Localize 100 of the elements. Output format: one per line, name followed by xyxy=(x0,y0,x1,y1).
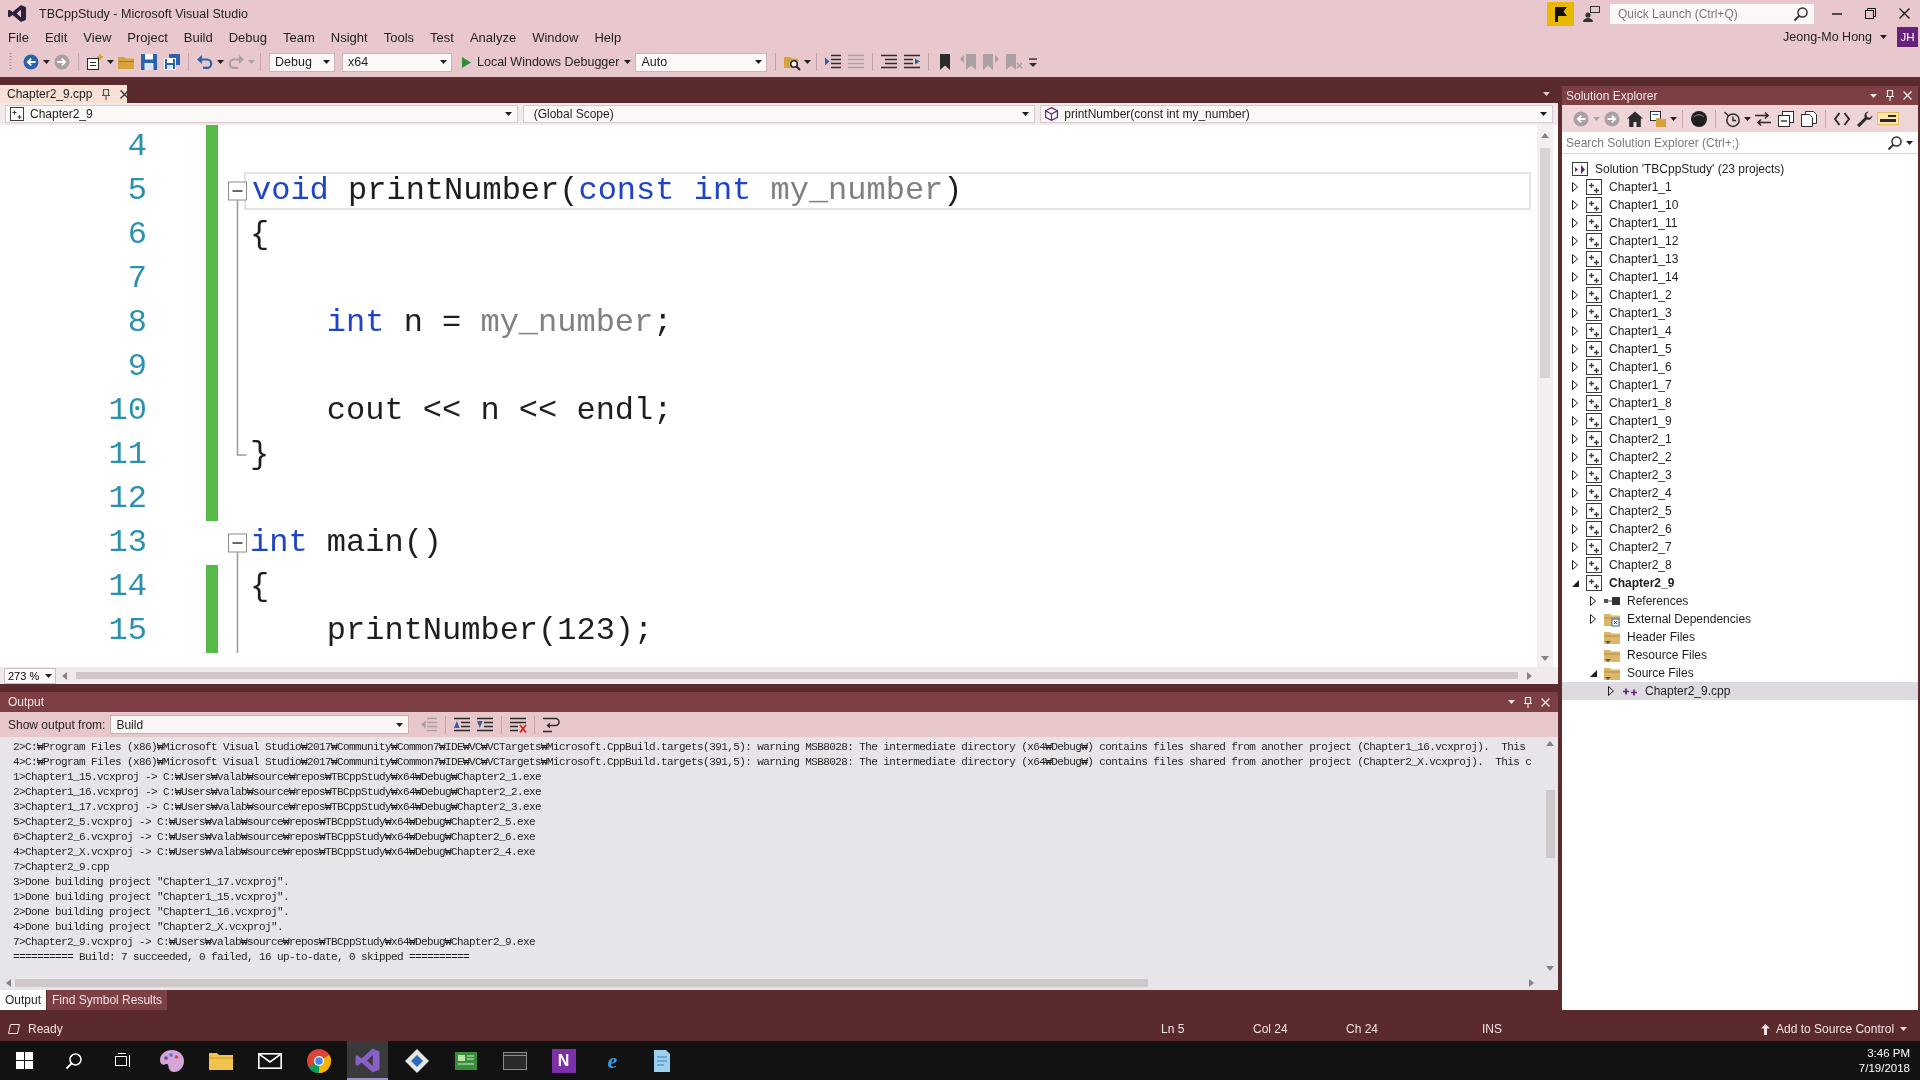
caret-icon[interactable] xyxy=(217,60,224,64)
caret-icon[interactable] xyxy=(396,722,404,727)
scrollbar-thumb[interactable] xyxy=(1540,148,1550,378)
horizontal-scrollbar[interactable] xyxy=(73,671,1521,680)
tree-item[interactable]: Chapter1_5 xyxy=(1568,340,1672,358)
scope-dropdown[interactable]: (Global Scope) xyxy=(522,105,1036,123)
caret-icon[interactable] xyxy=(804,60,812,64)
caret-icon[interactable] xyxy=(1900,1027,1908,1031)
ribbon-logo-icon[interactable] xyxy=(347,1041,388,1080)
expand-arrow-icon[interactable] xyxy=(1572,524,1578,534)
expand-arrow-icon[interactable] xyxy=(1572,488,1578,498)
tree-item[interactable]: Resource Files xyxy=(1586,646,1708,664)
circle-logo-icon[interactable] xyxy=(306,1048,331,1073)
caret-icon[interactable] xyxy=(107,60,114,64)
vertical-scrollbar[interactable] xyxy=(1537,125,1553,667)
menu-item[interactable]: Debug xyxy=(220,29,275,45)
expand-arrow-icon[interactable] xyxy=(1572,218,1578,228)
tree-item[interactable]: Chapter1_12 xyxy=(1568,232,1679,250)
scroll-up-icon[interactable] xyxy=(1541,133,1549,138)
scroll-left-icon[interactable] xyxy=(62,671,68,680)
expand-arrow-icon[interactable] xyxy=(1572,362,1578,372)
close-icon[interactable] xyxy=(1899,8,1910,19)
tree-item[interactable]: Chapter2_8 xyxy=(1568,556,1672,574)
panel-tab[interactable]: Find Symbol Results xyxy=(47,990,168,1010)
diamond-icon[interactable] xyxy=(404,1048,429,1073)
menu-item[interactable]: Edit xyxy=(36,29,76,45)
caret-icon[interactable] xyxy=(1508,700,1515,704)
scroll-down-icon[interactable] xyxy=(1546,966,1554,971)
caret-icon[interactable] xyxy=(1906,141,1913,145)
expand-arrow-icon[interactable] xyxy=(1572,236,1578,246)
output-source-dropdown[interactable]: Build xyxy=(110,715,410,734)
quick-launch-field[interactable]: Quick Launch (Ctrl+Q) xyxy=(1610,3,1814,24)
expand-arrow-icon[interactable] xyxy=(1572,560,1578,570)
dropdown[interactable]: Auto xyxy=(635,52,768,72)
expand-arrow-icon[interactable] xyxy=(1572,380,1578,390)
expand-arrow-icon[interactable] xyxy=(1572,470,1578,480)
menu-item[interactable]: Tools xyxy=(375,29,423,45)
caret-icon[interactable] xyxy=(755,60,763,64)
tree-item[interactable]: External Dependencies xyxy=(1586,610,1752,628)
new-project-icon[interactable] xyxy=(84,51,106,73)
scroll-left-icon[interactable] xyxy=(6,978,11,987)
palette-icon[interactable] xyxy=(159,1048,184,1073)
menu-item[interactable]: Project xyxy=(119,29,176,45)
tree-item[interactable]: Chapter1_10 xyxy=(1568,196,1679,214)
caret-icon[interactable] xyxy=(624,60,632,64)
tree-item[interactable]: Chapter2_6 xyxy=(1568,520,1672,538)
expand-arrow-icon[interactable] xyxy=(1572,452,1578,462)
expand-arrow-icon[interactable] xyxy=(1572,506,1578,516)
close-icon[interactable] xyxy=(120,89,130,99)
source-control-button[interactable]: Add to Source Control xyxy=(1776,1022,1895,1036)
search-icon[interactable] xyxy=(1888,136,1902,150)
caret-icon[interactable] xyxy=(1880,35,1887,39)
dropdown[interactable]: Debug xyxy=(269,52,335,72)
scrollbar-thumb[interactable] xyxy=(1545,790,1555,858)
caret-icon[interactable] xyxy=(1744,116,1751,121)
expand-arrow-icon[interactable] xyxy=(1572,182,1578,192)
expand-arrow-icon[interactable] xyxy=(1572,272,1578,282)
tree-item[interactable]: Chapter2_9.cpp xyxy=(1562,682,1918,700)
caret-icon[interactable] xyxy=(45,673,53,678)
project-dropdown[interactable]: Chapter2_9 xyxy=(5,105,518,123)
menu-item[interactable]: File xyxy=(0,29,37,45)
expand-arrow-icon[interactable] xyxy=(1572,200,1578,210)
expand-arrow-icon[interactable] xyxy=(1590,614,1596,624)
tree-item[interactable]: Chapter1_7 xyxy=(1568,376,1672,394)
tree-item[interactable]: Header Files xyxy=(1586,628,1696,646)
menu-item[interactable]: Team xyxy=(275,29,323,45)
caret-icon[interactable] xyxy=(440,60,447,64)
expand-arrow-icon[interactable] xyxy=(1590,596,1596,606)
caret-icon[interactable] xyxy=(1022,112,1030,116)
tree-item[interactable]: Chapter1_14 xyxy=(1568,268,1679,286)
pin-icon[interactable] xyxy=(102,88,111,100)
scroll-right-icon[interactable] xyxy=(1527,671,1532,680)
caret-icon[interactable] xyxy=(43,60,50,64)
expand-arrow-icon[interactable] xyxy=(1572,308,1578,318)
tree-item[interactable]: Chapter1_2 xyxy=(1568,286,1672,304)
tree-item[interactable]: Solution 'TBCppStudy' (23 projects) xyxy=(1572,160,1785,178)
restore-icon[interactable] xyxy=(1865,8,1876,19)
expand-arrow-icon[interactable] xyxy=(1589,669,1597,677)
start-debugger-button[interactable]: Local Windows Debugger xyxy=(456,55,624,69)
collapse-box-icon[interactable] xyxy=(228,181,247,201)
tree-item[interactable]: Chapter1_11 xyxy=(1568,214,1678,232)
menu-item[interactable]: View xyxy=(75,29,120,45)
search-icon[interactable] xyxy=(1794,6,1808,21)
menu-item[interactable]: Test xyxy=(422,29,462,45)
menu-item[interactable]: Nsight xyxy=(322,29,376,45)
collapse-box-icon[interactable] xyxy=(228,533,247,553)
flag-icon[interactable] xyxy=(1547,1,1574,26)
letter-icon[interactable]: e xyxy=(603,1048,622,1073)
expand-arrow-icon[interactable] xyxy=(1572,416,1578,426)
tree-item[interactable]: Source Files xyxy=(1586,664,1694,682)
tree-item[interactable]: Chapter2_2 xyxy=(1568,448,1672,466)
caret-icon[interactable] xyxy=(1870,93,1877,98)
caret-icon[interactable] xyxy=(1540,112,1547,116)
scrollbar-thumb[interactable] xyxy=(15,978,1148,987)
caret-icon[interactable] xyxy=(1543,92,1550,96)
editor-tab[interactable]: Chapter2_9.cpp xyxy=(0,85,127,103)
search-icon[interactable] xyxy=(65,1052,82,1069)
expand-arrow-icon[interactable] xyxy=(1572,398,1578,408)
scroll-down-icon[interactable] xyxy=(1541,656,1549,661)
dropdown[interactable]: x64 xyxy=(342,52,452,72)
